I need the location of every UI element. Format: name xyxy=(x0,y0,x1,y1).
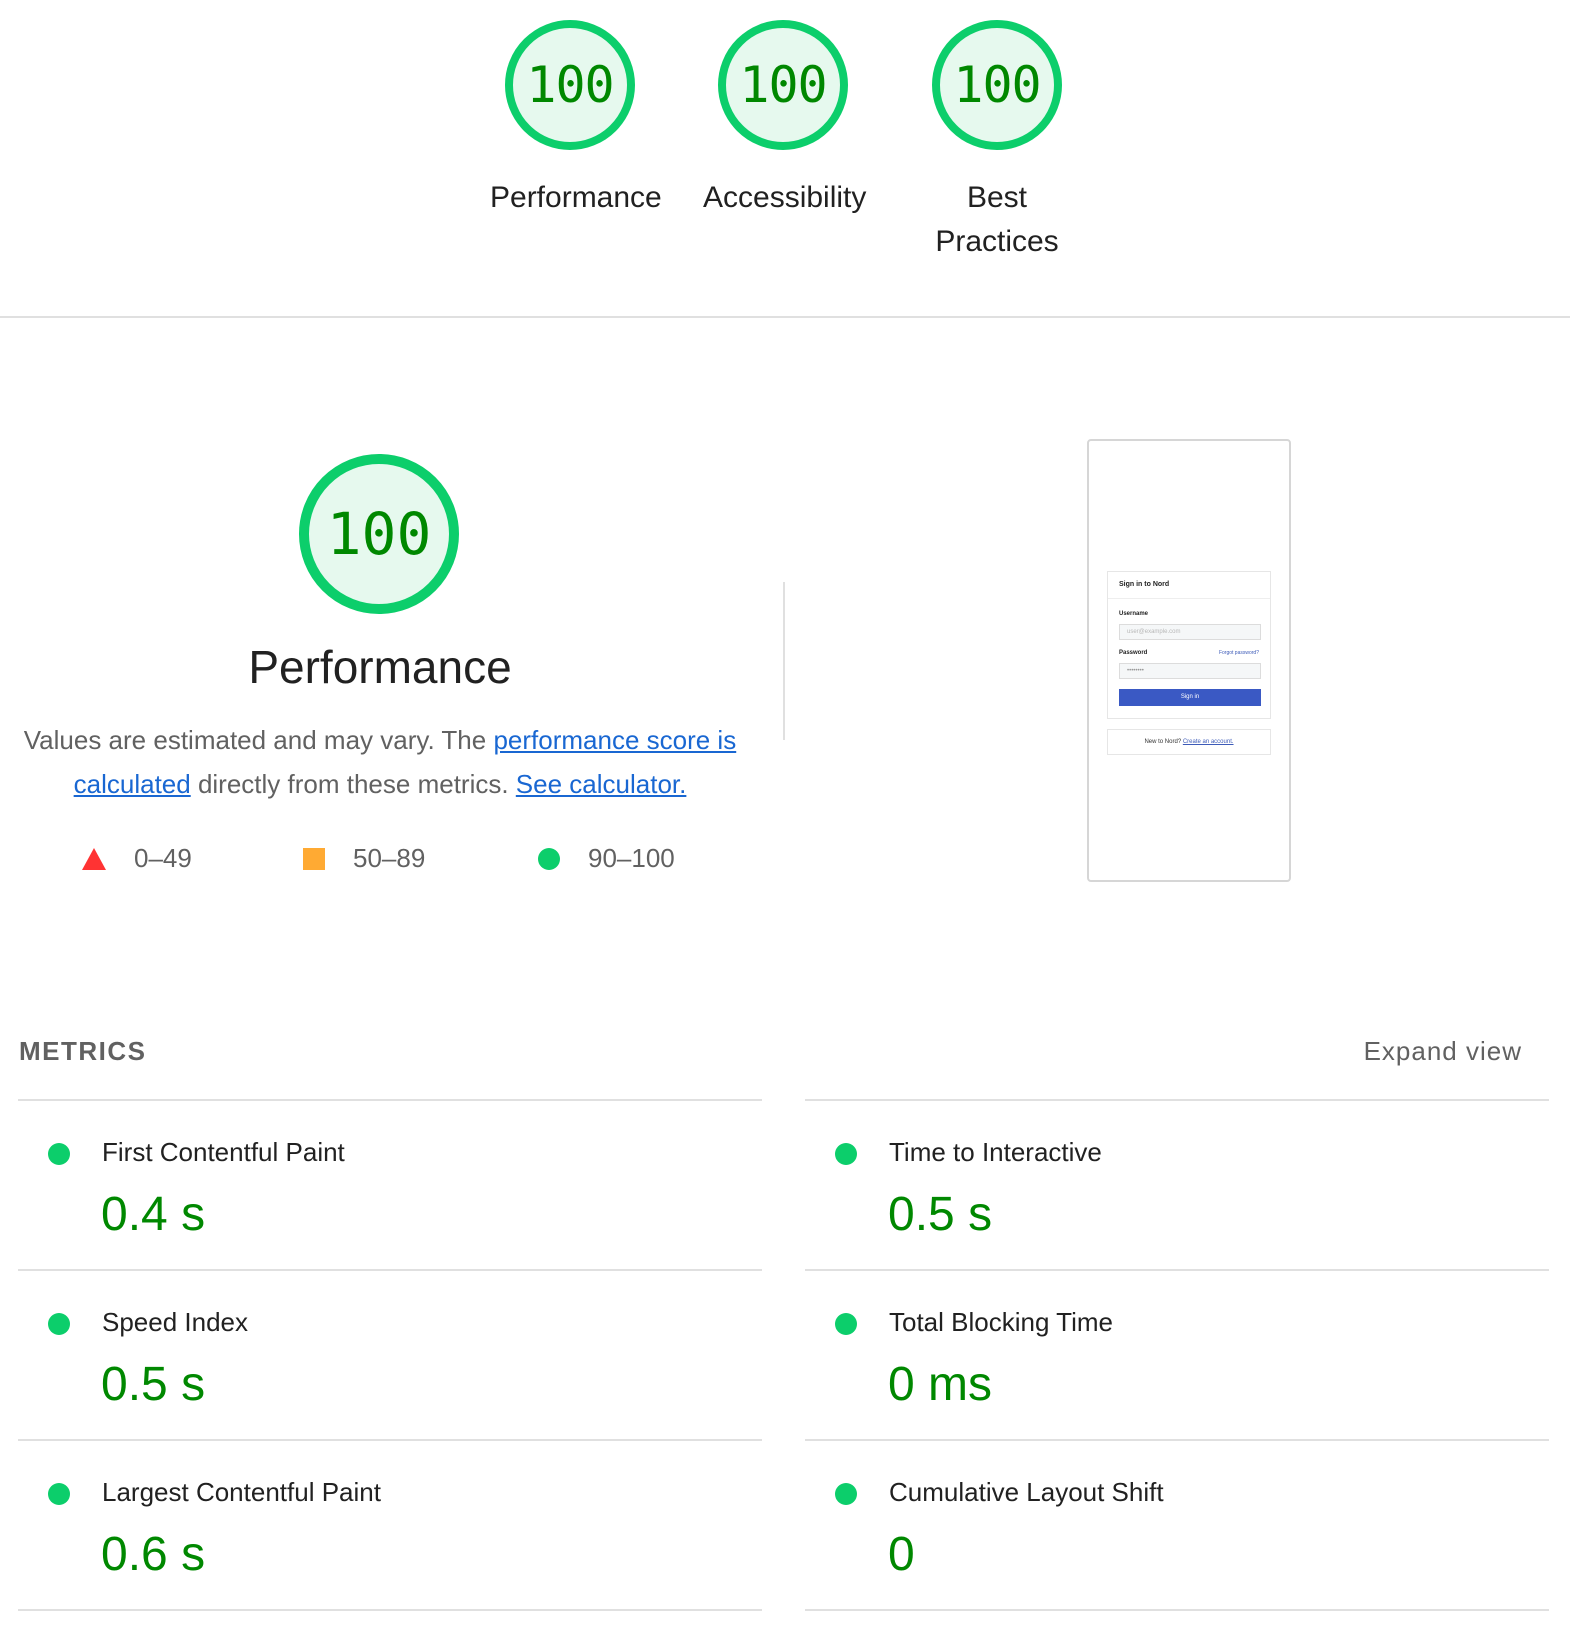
gauge-ring[interactable]: 100 xyxy=(505,20,635,150)
gauge-score: 100 xyxy=(953,56,1041,114)
forgot-password-link: Forgot password? xyxy=(1218,650,1259,656)
metric-total-blocking-time: Total Blocking Time 0 ms xyxy=(805,1271,1549,1441)
gauge-score: 100 xyxy=(526,56,614,114)
signup-text: New to Nord? Create an account. xyxy=(1108,730,1270,754)
square-icon xyxy=(303,847,325,870)
pass-icon xyxy=(48,1483,70,1505)
legend-average: 50–89 xyxy=(303,843,425,874)
triangle-icon xyxy=(82,847,106,870)
password-input: •••••••• xyxy=(1119,663,1261,679)
pass-icon xyxy=(48,1143,70,1165)
performance-score: 100 xyxy=(326,500,432,568)
expand-view-toggle[interactable]: Expand view xyxy=(1364,1036,1522,1067)
username-label: Username xyxy=(1119,611,1149,617)
gauge-ring[interactable]: 100 xyxy=(718,20,848,150)
metric-title: Time to Interactive xyxy=(889,1137,1102,1167)
metric-value: 0 xyxy=(888,1528,915,1581)
legend-range: 50–89 xyxy=(353,843,426,873)
signin-card: Sign in to Nord Username user@example.co… xyxy=(1107,571,1271,719)
performance-description: Values are estimated and may vary. The p… xyxy=(20,718,740,806)
gauge-label[interactable]: Accessibility xyxy=(673,176,893,220)
signup-card: New to Nord? Create an account. xyxy=(1107,729,1271,755)
metric-title: Largest Contentful Paint xyxy=(102,1477,381,1507)
pass-icon xyxy=(48,1313,70,1335)
metrics-column-left: First Contentful Paint 0.4 s Speed Index… xyxy=(18,1099,762,1611)
metric-title: Total Blocking Time xyxy=(889,1307,1113,1337)
section-divider xyxy=(0,316,1570,318)
circle-icon xyxy=(538,847,560,870)
gauge-score: 100 xyxy=(739,56,827,114)
password-label: Password xyxy=(1119,650,1148,656)
description-text: directly from these metrics. xyxy=(190,769,516,799)
category-gauges: 100 Performance 100 Accessibility 100 Be… xyxy=(0,0,1570,317)
gauge-ring[interactable]: 100 xyxy=(932,20,1062,150)
performance-score-gauge: 100 xyxy=(299,454,459,614)
score-scale-legend: 0–49 50–89 90–100 xyxy=(82,843,722,883)
signin-heading: Sign in to Nord xyxy=(1108,572,1270,599)
legend-pass: 90–100 xyxy=(538,843,675,874)
gauge-label[interactable]: Performance xyxy=(460,176,680,220)
metric-value: 0 ms xyxy=(888,1358,993,1411)
metrics-column-right: Time to Interactive 0.5 s Total Blocking… xyxy=(805,1099,1549,1611)
metric-speed-index: Speed Index 0.5 s xyxy=(18,1271,762,1441)
metric-value: 0.5 s xyxy=(888,1188,993,1241)
create-account-link: Create an account. xyxy=(1182,739,1234,745)
description-text: Values are estimated and may vary. The xyxy=(23,725,494,755)
legend-range: 90–100 xyxy=(588,843,675,873)
metric-title: Speed Index xyxy=(102,1307,249,1337)
legend-range: 0–49 xyxy=(134,843,192,873)
legend-fail: 0–49 xyxy=(82,843,192,874)
metrics-heading: METRICS xyxy=(19,1036,147,1066)
metric-time-to-interactive: Time to Interactive 0.5 s xyxy=(805,1101,1549,1271)
gauge-best-practices[interactable]: 100 Best Practices xyxy=(887,20,1107,264)
final-screenshot[interactable]: Sign in to Nord Username user@example.co… xyxy=(1087,439,1291,882)
signin-button: Sign in xyxy=(1119,689,1261,706)
metric-largest-contentful-paint: Largest Contentful Paint 0.6 s xyxy=(18,1441,762,1611)
metric-value: 0.6 s xyxy=(101,1528,206,1581)
pass-icon xyxy=(835,1313,857,1335)
metric-title: First Contentful Paint xyxy=(102,1137,345,1167)
performance-title: Performance xyxy=(248,641,512,693)
metric-value: 0.5 s xyxy=(101,1358,206,1411)
gauge-accessibility[interactable]: 100 Accessibility xyxy=(673,20,893,220)
gauge-performance[interactable]: 100 Performance xyxy=(460,20,680,220)
username-input: user@example.com xyxy=(1119,624,1261,640)
metric-title: Cumulative Layout Shift xyxy=(889,1477,1164,1507)
pass-icon xyxy=(835,1143,857,1165)
metric-value: 0.4 s xyxy=(101,1188,206,1241)
signup-prompt: New to Nord? xyxy=(1144,739,1183,745)
gauge-label[interactable]: Best Practices xyxy=(887,176,1107,264)
see-calculator-link[interactable]: See calculator. xyxy=(516,769,687,799)
metric-cumulative-layout-shift: Cumulative Layout Shift 0 xyxy=(805,1441,1549,1611)
pass-icon xyxy=(835,1483,857,1505)
metric-first-contentful-paint: First Contentful Paint 0.4 s xyxy=(18,1101,762,1271)
vertical-divider xyxy=(783,582,785,740)
